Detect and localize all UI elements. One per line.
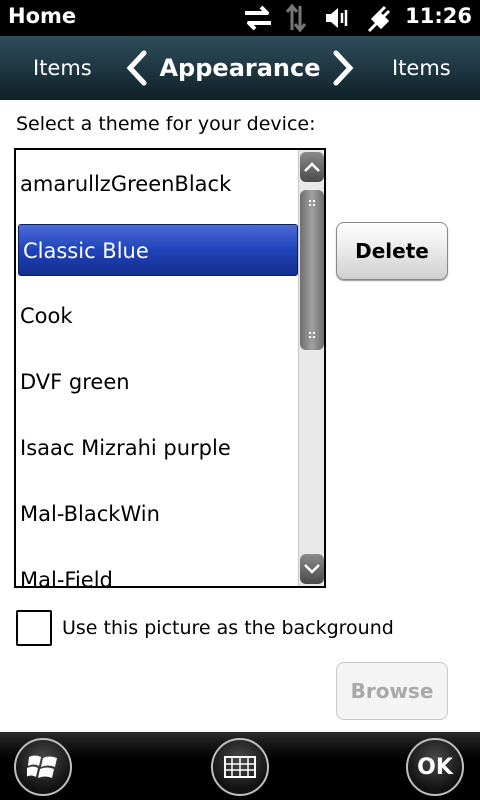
list-item[interactable]: amarullzGreenBlack [16,158,298,210]
list-item-selected[interactable]: Classic Blue [18,224,298,276]
status-time[interactable]: 11:26 [405,4,472,28]
list-scrollbar[interactable] [298,150,324,586]
list-item[interactable]: Isaac Mizrahi purple [16,422,298,474]
status-bar: Home 11:26 [0,0,480,36]
keyboard-icon [224,756,256,778]
theme-prompt: Select a theme for your device: [16,113,316,135]
windows-start-icon [27,755,57,778]
chevron-up-icon [304,162,320,172]
keyboard-button[interactable] [211,738,269,796]
scroll-down-button[interactable] [300,554,324,584]
bottom-bar: OK [0,732,480,800]
scroll-thumb[interactable] [300,190,324,350]
scroll-up-button[interactable] [300,152,324,182]
ok-button[interactable]: OK [406,738,464,796]
browse-button[interactable]: Browse [336,662,448,720]
charging-plug-icon[interactable] [365,2,397,34]
list-item[interactable]: Mal-Field [16,554,298,586]
grip-icon [309,332,315,338]
network-off-icon[interactable] [283,2,309,34]
status-title[interactable]: Home [8,4,76,28]
delete-button[interactable]: Delete [336,222,448,280]
start-button[interactable] [14,738,72,796]
list-item[interactable]: Cook [16,290,298,342]
chevron-down-icon [304,564,320,574]
data-sync-icon[interactable] [242,2,274,34]
theme-list[interactable]: amarullzGreenBlack Classic Blue Cook DVF… [14,148,326,588]
list-item[interactable]: DVF green [16,356,298,408]
background-checkbox[interactable] [16,610,52,646]
grip-icon [309,200,315,206]
background-checkbox-label[interactable]: Use this picture as the background [62,617,394,639]
volume-icon[interactable] [323,2,353,34]
tab-next[interactable]: Items [392,56,451,80]
tab-header: Items Appearance Items [0,36,480,100]
list-item[interactable]: Mal-BlackWin [16,488,298,540]
chevron-right-icon[interactable] [330,50,356,90]
